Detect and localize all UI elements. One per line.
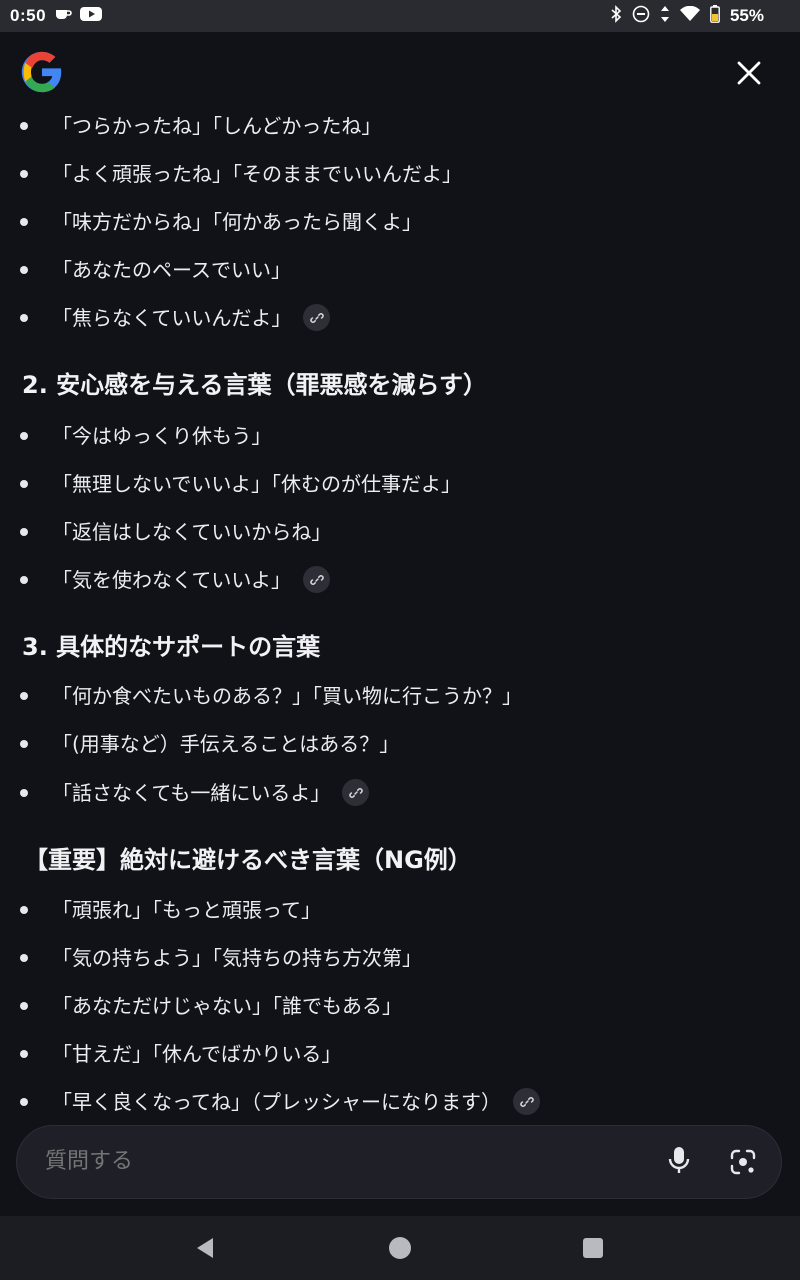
ask-input[interactable] — [43, 1148, 607, 1175]
link-icon — [309, 566, 324, 594]
list-item: 「よく頑張ったね」「そのままでいいんだよ」 — [52, 162, 462, 186]
dnd-icon — [632, 5, 650, 28]
list-item: 「何か食べたいものある？」「買い物に行こうか？」 — [52, 684, 522, 708]
list-item-text: 「気を使わなくていいよ」 — [52, 568, 291, 592]
mic-button[interactable] — [661, 1144, 697, 1180]
google-logo-icon — [20, 50, 64, 94]
battery-icon — [710, 4, 720, 28]
list-item: 「頑張れ」「もっと頑張って」 — [52, 898, 321, 922]
section-heading: 【重要】絶対に避けるべき言葉（NG例） — [24, 846, 472, 874]
status-bar: 0:50 55% — [0, 0, 800, 32]
list-item-text: 「早く良くなってね」（プレッシャーになります） — [52, 1090, 501, 1114]
section-heading: 2. 安心感を与える言葉（罪悪感を減らす） — [22, 371, 487, 399]
status-time: 0:50 — [10, 6, 47, 25]
youtube-icon — [80, 6, 103, 27]
bullet — [20, 789, 28, 797]
battery-percent: 55% — [729, 6, 764, 25]
data-arrows-icon — [660, 5, 670, 28]
home-button[interactable] — [389, 1237, 411, 1259]
app-header — [0, 32, 800, 112]
bullet — [20, 1002, 28, 1010]
list-item: 「早く良くなってね」（プレッシャーになります） — [52, 1088, 540, 1117]
list-item: 「返信はしなくていいからね」 — [52, 520, 332, 544]
bullet — [20, 576, 28, 584]
wifi-icon — [679, 5, 700, 27]
bullet — [20, 954, 28, 962]
close-icon — [736, 60, 762, 90]
bullet — [20, 692, 28, 700]
bullet — [20, 528, 28, 536]
bullet — [20, 218, 28, 226]
list-item-text: 「焦らなくていいんだよ」 — [52, 306, 292, 330]
section-heading: 3. 具体的なサポートの言葉 — [22, 633, 321, 661]
link-icon — [519, 1088, 534, 1116]
bullet — [20, 314, 28, 322]
source-link-chip[interactable] — [342, 779, 370, 807]
bullet — [20, 1098, 28, 1106]
list-item: 「気を使わなくていいよ」 — [52, 566, 330, 595]
lens-button[interactable] — [723, 1144, 763, 1184]
bullet — [20, 1050, 28, 1058]
source-link-chip[interactable] — [303, 566, 330, 593]
bluetooth-icon — [610, 4, 622, 28]
list-item: 「無理しないでいいよ」「休むのが仕事だよ」 — [52, 472, 461, 496]
bullet — [20, 906, 28, 914]
mic-icon — [667, 1145, 691, 1179]
list-item: 「気の持ちよう」「気持ちの持ち方次第」 — [52, 946, 422, 970]
list-item: 「話さなくても一緒にいるよ」 — [52, 779, 370, 808]
bullet — [20, 170, 28, 178]
list-item: 「(用事など）手伝えることはある？」 — [52, 732, 400, 756]
lens-camera-icon — [729, 1148, 757, 1180]
list-item: 「甘えだ」「休んでばかりいる」 — [52, 1042, 342, 1066]
list-item: 「今はゆっくり休もう」 — [52, 424, 272, 448]
bullet — [20, 740, 28, 748]
bullet — [20, 432, 28, 440]
list-item-text: 「話さなくても一緒にいるよ」 — [52, 781, 331, 805]
source-link-chip[interactable] — [303, 304, 331, 332]
recents-button[interactable] — [583, 1238, 603, 1258]
bullet — [20, 480, 28, 488]
bullet — [20, 122, 28, 130]
back-button[interactable] — [193, 1236, 217, 1264]
list-item: 「焦らなくていいんだよ」 — [52, 304, 331, 333]
close-button[interactable] — [728, 54, 770, 96]
coffee-icon — [54, 6, 72, 27]
system-nav-bar — [0, 1216, 800, 1280]
list-item: 「あなたのペースでいい」 — [52, 258, 291, 282]
list-item: 「つらかったね」「しんどかったね」 — [52, 114, 382, 138]
ask-bar — [16, 1125, 782, 1199]
back-icon — [193, 1238, 217, 1264]
list-item: 「あなただけじゃない」「誰でもある」 — [52, 994, 402, 1018]
link-icon — [349, 779, 363, 807]
source-link-chip[interactable] — [513, 1088, 540, 1115]
link-icon — [310, 304, 324, 332]
list-item: 「味方だからね」「何かあったら聞くよ」 — [52, 210, 422, 234]
bullet — [20, 266, 28, 274]
